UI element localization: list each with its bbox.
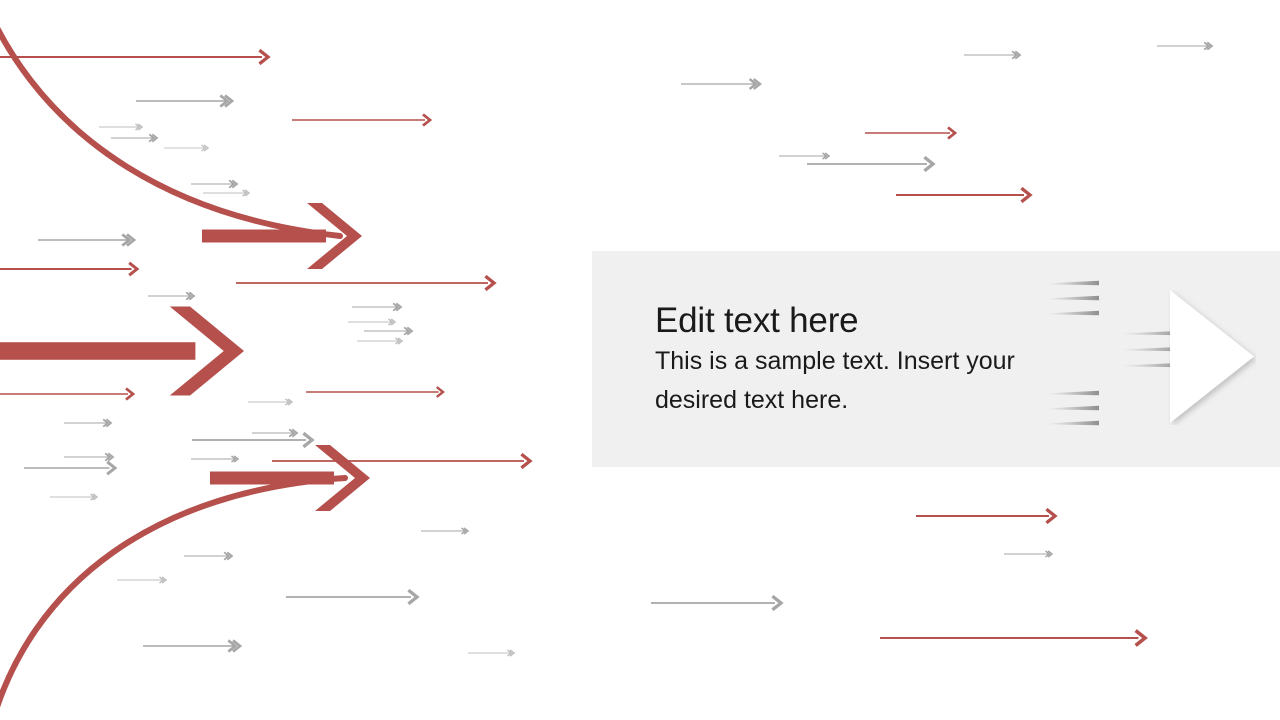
- panel-body-text: This is a sample text. Insert your desir…: [655, 347, 1015, 414]
- text-panel[interactable]: Edit text here This is a sample text. In…: [592, 251, 1280, 467]
- lower-sweep-curve: [0, 475, 348, 708]
- big-arrow-middle-shaft: [0, 342, 196, 360]
- slide-canvas: Edit text here This is a sample text. In…: [0, 0, 1280, 720]
- speed-line-0-0: [1047, 280, 1099, 286]
- big-arrow-bottom-shaft: [210, 471, 334, 485]
- red-curve-group: [0, 26, 348, 708]
- speed-line-2-2: [1047, 420, 1099, 426]
- big-arrow-top-shaft: [202, 229, 326, 243]
- panel-title: Edit text here: [655, 301, 859, 340]
- play-triangle-icon: [1170, 290, 1254, 423]
- upper-sweep-curve: [0, 26, 343, 239]
- big-red-arrow-group: [0, 203, 370, 511]
- panel-text-block: Edit text here This is a sample text. In…: [655, 301, 1095, 420]
- speed-line-0-1: [1047, 295, 1099, 301]
